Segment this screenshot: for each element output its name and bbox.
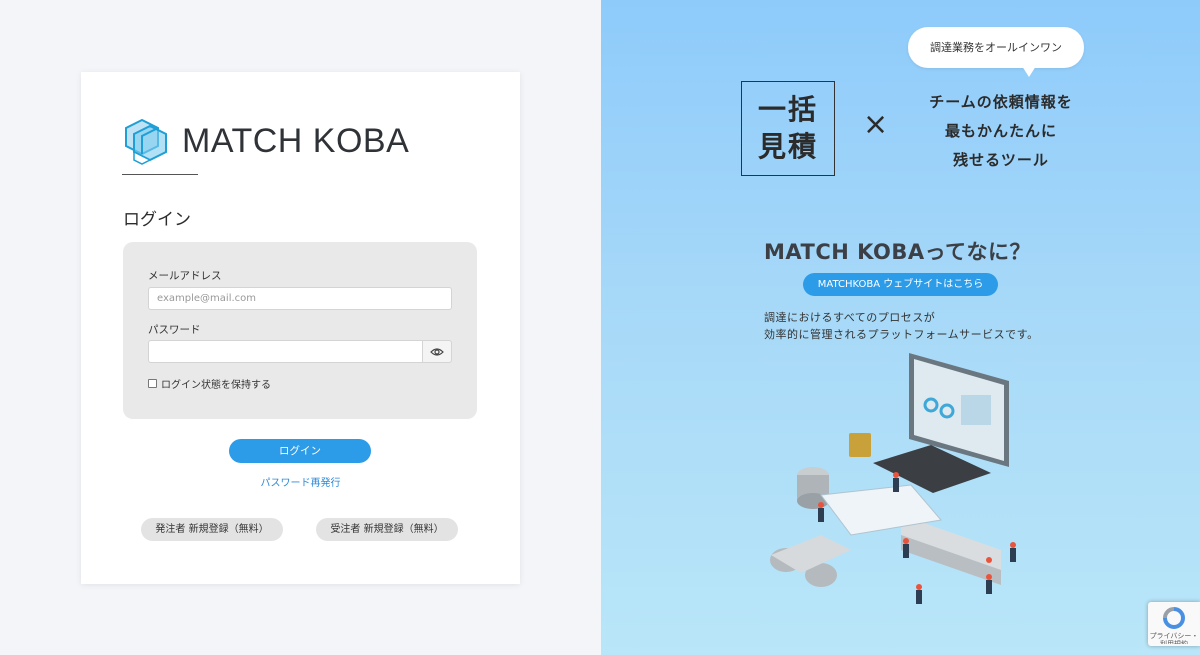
website-button[interactable]: MATCHKOBA ウェブサイトはこちら <box>803 273 998 296</box>
password-label: パスワード <box>148 324 201 336</box>
speech-bubble-tail <box>1022 66 1036 77</box>
match-koba-logo-icon <box>125 118 167 165</box>
login-form: メールアドレス example@mail.com パスワード ログイン状態を保持… <box>123 242 477 419</box>
register-client-button[interactable]: 発注者 新規登録（無料） <box>141 518 283 541</box>
recaptcha-badge[interactable]: プライバシー・利用規約 <box>1148 602 1200 646</box>
login-button[interactable]: ログイン <box>229 439 371 463</box>
password-field[interactable] <box>148 340 422 363</box>
remember-checkbox[interactable] <box>148 379 157 388</box>
logo-underline <box>122 174 198 175</box>
ikkatsu-mitsumori-box: 一括 見積 <box>741 81 835 176</box>
password-reissue-link[interactable]: パスワード再発行 <box>81 474 520 489</box>
tagline-line3: 残せるツール <box>953 151 1049 169</box>
remember-me[interactable]: ログイン状態を保持する <box>148 376 271 391</box>
speech-bubble: 調達業務をオールインワン <box>908 27 1084 68</box>
logo: MATCH KOBA <box>122 116 409 166</box>
times-symbol: × <box>863 107 889 142</box>
login-card: MATCH KOBA ログイン メールアドレス example@mail.com… <box>81 72 520 584</box>
factory-illustration <box>770 353 1016 604</box>
remember-label: ログイン状態を保持する <box>161 380 271 391</box>
recaptcha-text[interactable]: プライバシー・利用規約 <box>1148 632 1200 644</box>
desc-line1: 調達におけるすべてのプロセスが <box>764 311 936 324</box>
whatis-heading: MATCH KOBAってなに？ <box>764 240 1032 264</box>
tagline: チームの依頼情報を 最もかんたんに 残せるツール <box>901 88 1101 175</box>
email-label: メールアドレス <box>148 270 222 282</box>
register-supplier-button[interactable]: 受注者 新規登録（無料） <box>316 518 458 541</box>
desc-line2: 効率的に管理されるプラットフォームサービスです。 <box>764 328 1039 341</box>
recaptcha-icon <box>1163 607 1185 629</box>
tagline-line1: チームの依頼情報を <box>929 93 1073 111</box>
promo-panel: 調達業務をオールインワン 一括 見積 × チームの依頼情報を 最もかんたんに 残… <box>601 0 1200 655</box>
show-password-button[interactable] <box>422 340 452 363</box>
ikkatsu-line1: 一括 <box>757 93 818 127</box>
logo-text: MATCH KOBA <box>182 121 410 160</box>
eye-icon <box>430 347 444 356</box>
login-panel: MATCH KOBA ログイン メールアドレス example@mail.com… <box>0 0 601 655</box>
tagline-line2: 最もかんたんに <box>944 122 1057 140</box>
email-field[interactable]: example@mail.com <box>148 287 452 310</box>
description: 調達におけるすべてのプロセスが 効率的に管理されるプラットフォームサービスです。 <box>764 309 1039 343</box>
password-field-group <box>148 340 452 363</box>
ikkatsu-line2: 見積 <box>757 129 818 163</box>
page-title: ログイン <box>123 210 191 230</box>
